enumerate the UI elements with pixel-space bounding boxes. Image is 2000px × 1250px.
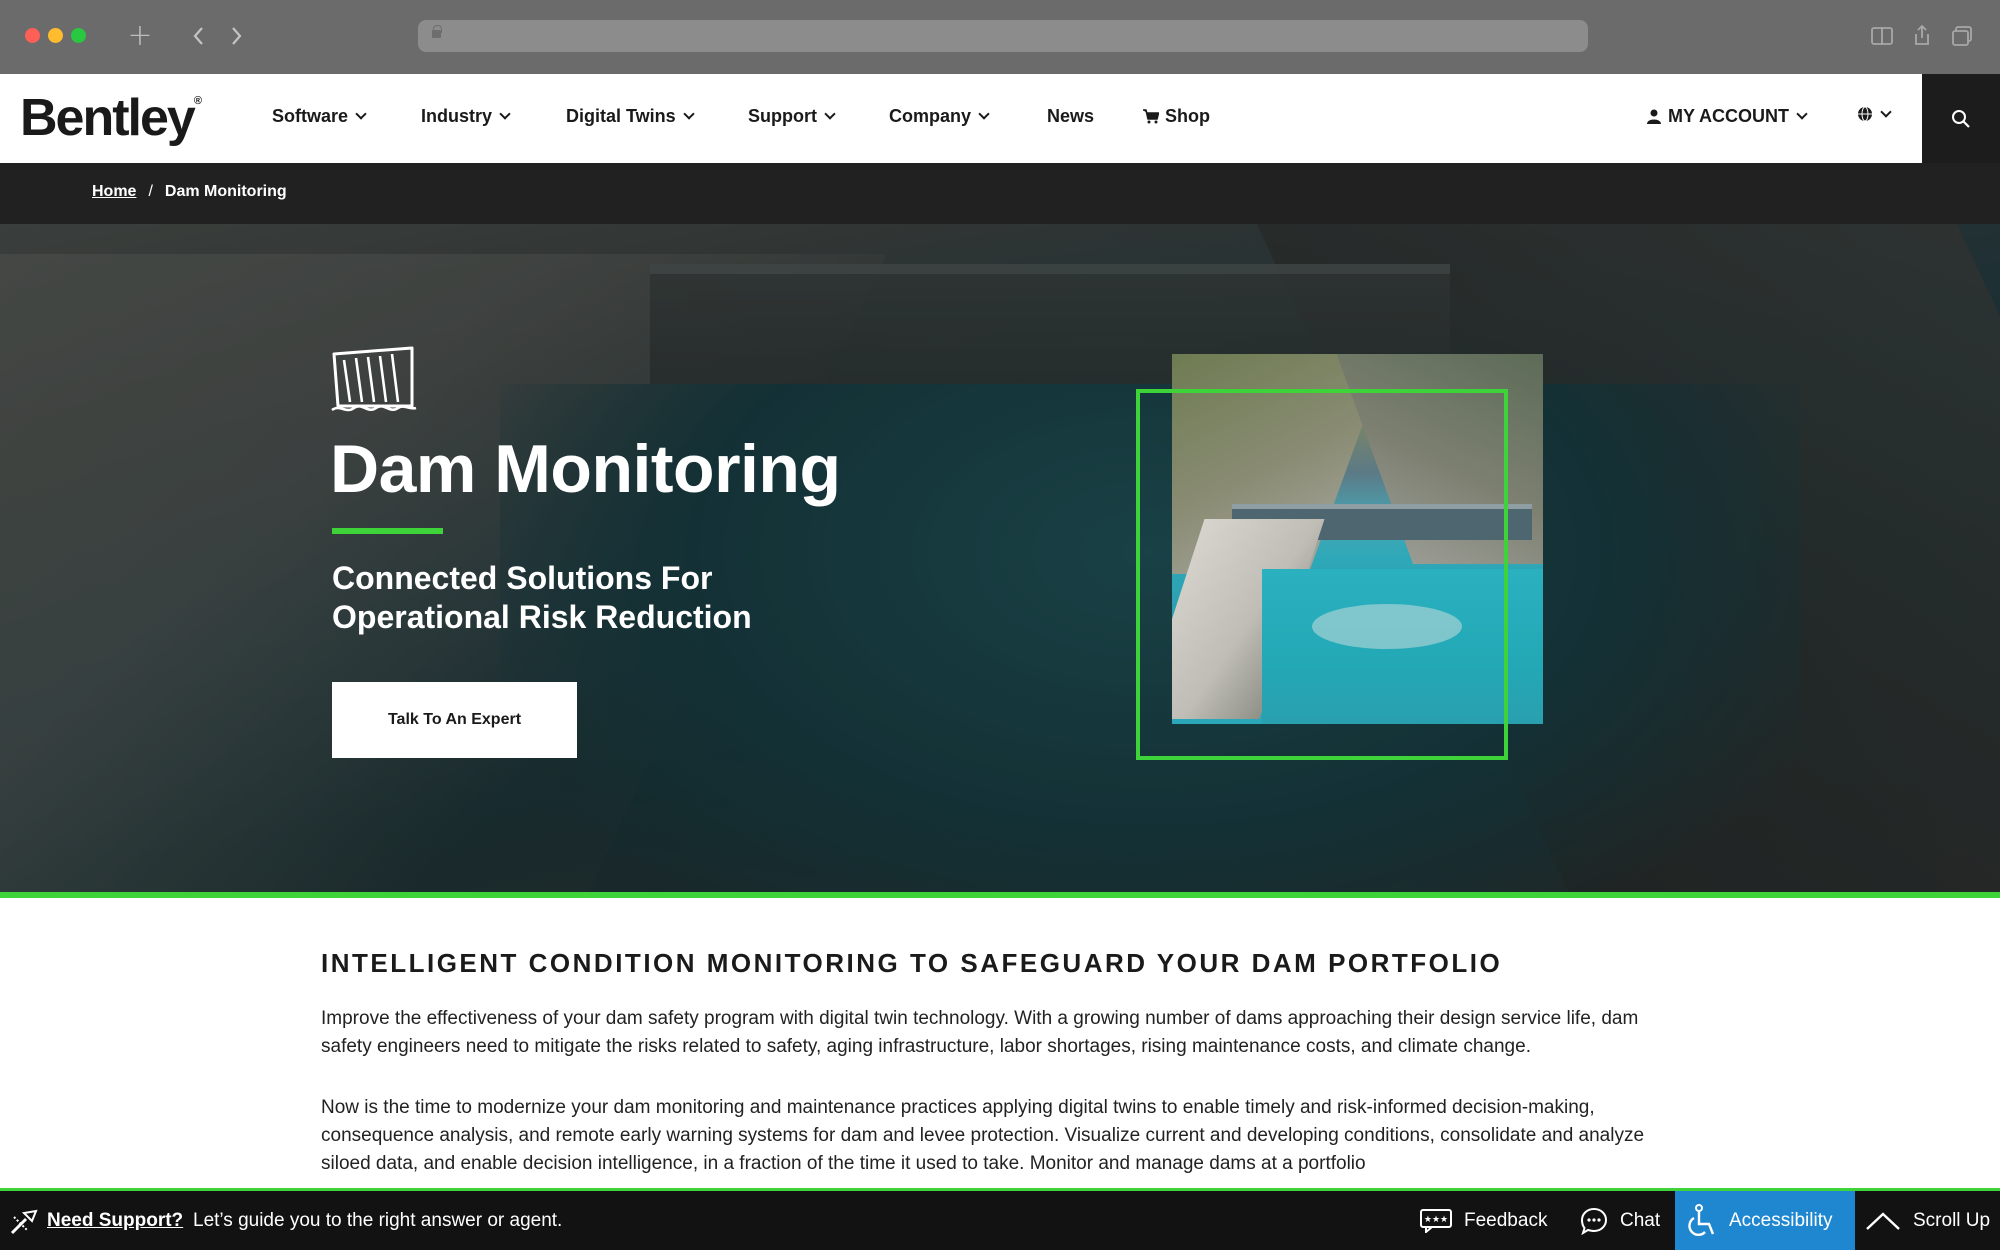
chat-label: Chat — [1620, 1209, 1661, 1231]
nav-label: Company — [889, 106, 972, 126]
nav-industry[interactable]: Industry — [421, 106, 511, 127]
accessibility-icon — [1688, 1203, 1715, 1236]
intro-paragraph: Now is the time to modernize your dam mo… — [321, 1097, 1645, 1174]
title-accent-rule — [332, 528, 443, 534]
logo-text: Bentley — [20, 89, 196, 147]
hero-accent-divider — [0, 892, 2000, 898]
scroll-up-label: Scroll Up — [1913, 1209, 1991, 1231]
chevron-down-icon — [683, 108, 695, 120]
nav-label: News — [1047, 106, 1095, 126]
globe-icon — [1858, 106, 1872, 122]
back-button[interactable] — [183, 18, 213, 54]
nav-label: Industry — [421, 106, 493, 126]
photo-accent-frame — [1136, 389, 1508, 760]
breadcrumb-separator: / — [148, 183, 153, 200]
language-selector[interactable] — [1857, 105, 1892, 122]
share-icon[interactable] — [1910, 24, 1934, 48]
chevron-down-icon — [355, 108, 367, 120]
nav-shop[interactable]: Shop — [1143, 106, 1210, 127]
main-navigation: Bentley® Software Industry Digital Twins… — [0, 74, 1922, 163]
intro-paragraph: Improve the effectiveness of your dam sa… — [321, 1008, 1639, 1057]
tools-icon — [10, 1209, 38, 1235]
hero-subtitle: Connected Solutions For Operational Risk… — [332, 560, 752, 635]
chevron-down-icon — [978, 108, 990, 120]
account-label: MY ACCOUNT — [1668, 106, 1789, 126]
nav-label: Support — [748, 106, 817, 126]
nav-software[interactable]: Software — [272, 106, 367, 127]
page-title: Dam Monitoring — [330, 431, 841, 507]
nav-company[interactable]: Company — [889, 106, 990, 127]
breadcrumb-home-link[interactable]: Home — [92, 183, 136, 201]
section-heading: INTELLIGENT CONDITION MONITORING TO SAFE… — [321, 948, 1503, 978]
breadcrumb-bar: Home / Dam Monitoring — [0, 163, 2000, 224]
browser-toolbar: + — [0, 0, 2000, 74]
chevron-left-icon — [193, 27, 203, 45]
chat-icon — [1580, 1207, 1608, 1235]
accessibility-label: Accessibility — [1729, 1209, 1833, 1231]
tabs-overview-icon[interactable] — [1950, 24, 1974, 48]
talk-to-expert-button[interactable]: Talk To An Expert — [332, 682, 577, 758]
search-button[interactable] — [1922, 74, 2000, 163]
chevron-down-icon — [1796, 108, 1808, 120]
my-account-menu[interactable]: MY ACCOUNT — [1647, 106, 1808, 127]
zoom-window-button[interactable] — [71, 28, 86, 43]
intro-section: INTELLIGENT CONDITION MONITORING TO SAFE… — [321, 948, 1681, 1178]
chevron-right-icon — [232, 27, 242, 45]
accessibility-button[interactable]: Accessibility — [1675, 1191, 1855, 1250]
nav-label: Shop — [1165, 106, 1210, 126]
breadcrumb: Home / Dam Monitoring — [92, 183, 287, 201]
chevron-down-icon — [1880, 105, 1892, 118]
chevron-down-icon — [824, 108, 836, 120]
dam-icon — [331, 346, 417, 412]
forward-button[interactable] — [222, 18, 252, 54]
close-window-button[interactable] — [25, 28, 40, 43]
lock-icon — [432, 25, 442, 38]
nav-label: Software — [272, 106, 349, 126]
reader-icon[interactable] — [1870, 24, 1894, 48]
support-guide-text: Let’s guide you to the right answer or a… — [193, 1210, 563, 1231]
chevron-down-icon — [499, 108, 511, 120]
search-icon — [1952, 109, 1970, 128]
nav-digital-twins[interactable]: Digital Twins — [566, 106, 695, 127]
support-bar: Need Support? Let’s guide you to the rig… — [0, 1188, 2000, 1250]
minimize-window-button[interactable] — [48, 28, 63, 43]
address-bar[interactable] — [418, 20, 1588, 52]
need-support-link[interactable]: Need Support? — [47, 1210, 183, 1232]
user-icon — [1647, 109, 1661, 124]
bentley-logo[interactable]: Bentley® — [20, 92, 202, 144]
nav-label: Digital Twins — [566, 106, 676, 126]
chevron-up-icon — [1866, 1211, 1900, 1230]
feedback-icon: ★★★ — [1420, 1208, 1452, 1233]
breadcrumb-current: Dam Monitoring — [164, 183, 287, 200]
new-tab-button[interactable]: + — [124, 18, 156, 54]
nav-support[interactable]: Support — [748, 106, 836, 127]
svg-text:★★★: ★★★ — [1424, 1215, 1448, 1225]
chat-button[interactable]: Chat — [1580, 1191, 1660, 1250]
feedback-button[interactable]: ★★★ Feedback — [1420, 1191, 1547, 1250]
registered-mark: ® — [193, 95, 202, 107]
cart-icon — [1143, 109, 1159, 124]
scroll-up-button[interactable]: Scroll Up — [1865, 1191, 1990, 1250]
nav-news[interactable]: News — [1047, 106, 1094, 127]
feedback-label: Feedback — [1464, 1209, 1548, 1231]
hero-section: Dam Monitoring Connected Solutions For O… — [0, 224, 2000, 892]
